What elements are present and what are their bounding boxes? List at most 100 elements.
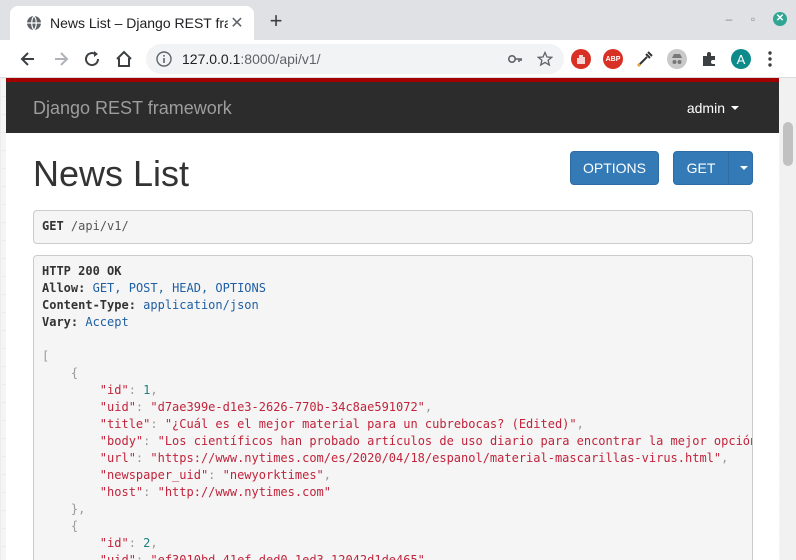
json-punctuation: , bbox=[424, 553, 433, 560]
response-info: HTTP 200 OK Allow: GET, POST, HEAD, OPTI… bbox=[33, 255, 753, 560]
json-punctuation: , bbox=[150, 383, 158, 397]
json-key: "title" bbox=[99, 417, 151, 431]
header-key: Content-Type: bbox=[42, 298, 136, 312]
header-key: Vary: bbox=[42, 315, 79, 329]
adblock-plus-extension-icon[interactable]: ABP bbox=[603, 49, 623, 69]
ublock-extension-icon[interactable] bbox=[571, 49, 591, 69]
json-line: "url": "https://www.nytimes.com/es/2020/… bbox=[42, 451, 744, 468]
json-key: "body" bbox=[99, 434, 144, 448]
json-punctuation: : bbox=[135, 553, 151, 560]
json-punctuation: , bbox=[576, 417, 584, 431]
json-punctuation: , bbox=[323, 468, 332, 482]
json-key: "url" bbox=[99, 451, 136, 465]
json-punctuation: }, bbox=[70, 502, 86, 516]
json-punctuation: : bbox=[208, 468, 223, 482]
json-punctuation: : bbox=[135, 451, 151, 465]
maximize-window-icon[interactable]: ▫ bbox=[746, 12, 760, 26]
browser-toolbar: 127.0.0.1:8000/api/v1/ ABP A bbox=[0, 40, 796, 78]
url-host: 127.0.0.1 bbox=[182, 51, 241, 67]
json-punctuation: : bbox=[128, 383, 144, 397]
reload-icon[interactable] bbox=[80, 47, 104, 71]
json-body: [ { "id": 1, "uid": "d7ae399e-d1e3-2626-… bbox=[42, 349, 752, 560]
get-format-dropdown-button[interactable] bbox=[728, 151, 753, 185]
json-value: "newyorktimes" bbox=[222, 468, 324, 482]
json-key: "id" bbox=[99, 536, 129, 550]
json-line: "id": 1, bbox=[42, 383, 744, 400]
drf-brand-link[interactable]: Django REST framework bbox=[33, 98, 232, 119]
user-menu-dropdown[interactable]: admin bbox=[687, 100, 739, 116]
extensions-puzzle-icon[interactable] bbox=[699, 49, 719, 69]
json-value: "ef3010bd-41ef-ded0-1ed3-12042d1de465" bbox=[150, 553, 425, 560]
profile-avatar[interactable]: A bbox=[731, 49, 751, 69]
page-scrollbar[interactable] bbox=[780, 78, 796, 560]
header-value: Accept bbox=[85, 315, 129, 329]
json-line: "title": "¿Cuál es el mejor material par… bbox=[42, 417, 744, 434]
header-key: Allow: bbox=[42, 281, 86, 295]
caret-down-icon bbox=[731, 106, 739, 110]
json-value: "d7ae399e-d1e3-2626-770b-34c8ae591072" bbox=[150, 400, 425, 414]
caret-down-icon bbox=[739, 166, 748, 170]
json-value: "Los científicos han probado artículos d… bbox=[157, 434, 753, 448]
response-status: HTTP 200 OK bbox=[42, 264, 744, 281]
url-path: :8000/api/v1/ bbox=[240, 51, 321, 67]
json-punctuation: : bbox=[143, 434, 158, 448]
options-button[interactable]: OPTIONS bbox=[570, 151, 659, 185]
incognito-extension-icon[interactable] bbox=[667, 49, 687, 69]
json-value: "¿Cuál es el mejor material para un cubr… bbox=[164, 417, 577, 431]
response-header-row: Allow: GET, POST, HEAD, OPTIONS bbox=[42, 281, 744, 298]
get-button[interactable]: GET bbox=[673, 151, 729, 185]
request-method: GET bbox=[42, 219, 64, 233]
response-header-row: Vary: Accept bbox=[42, 315, 744, 332]
json-value: "https://www.nytimes.com/es/2020/04/18/e… bbox=[150, 451, 722, 465]
globe-icon bbox=[27, 15, 41, 31]
address-bar[interactable]: 127.0.0.1:8000/api/v1/ bbox=[146, 44, 564, 74]
new-tab-icon[interactable]: + bbox=[264, 10, 288, 34]
drf-navbar: Django REST framework admin bbox=[6, 78, 779, 133]
request-path: /api/v1/ bbox=[70, 219, 129, 233]
json-punctuation: : bbox=[128, 536, 144, 550]
close-window-icon[interactable]: ✕ bbox=[773, 12, 787, 26]
json-punctuation: : bbox=[135, 400, 151, 414]
bookmark-star-icon[interactable] bbox=[536, 50, 554, 68]
browser-menu-icon[interactable] bbox=[765, 49, 775, 69]
json-line: "uid": "d7ae399e-d1e3-2626-770b-34c8ae59… bbox=[42, 400, 744, 417]
status-text: HTTP 200 OK bbox=[42, 264, 122, 278]
json-punctuation: { bbox=[70, 519, 79, 533]
json-line: "body": "Los científicos han probado art… bbox=[42, 434, 752, 451]
json-key: "id" bbox=[99, 383, 129, 397]
json-key: "newspaper_uid" bbox=[99, 468, 209, 482]
json-key: "host" bbox=[99, 485, 144, 499]
scrollbar-thumb[interactable] bbox=[783, 122, 793, 166]
json-punctuation: , bbox=[424, 400, 433, 414]
minimize-window-icon[interactable]: – bbox=[722, 12, 736, 26]
json-punctuation: { bbox=[70, 366, 79, 380]
back-arrow-icon[interactable] bbox=[16, 47, 40, 71]
json-line: "uid": "ef3010bd-41ef-ded0-1ed3-12042d1d… bbox=[42, 553, 744, 560]
tab-title: News List – Django REST framework bbox=[50, 15, 228, 31]
json-line: "newspaper_uid": "newyorktimes", bbox=[42, 468, 744, 485]
eyedropper-extension-icon[interactable] bbox=[635, 49, 655, 69]
json-line: { bbox=[42, 519, 744, 536]
browser-tab-strip: News List – Django REST framework ✕ + – … bbox=[0, 0, 796, 40]
user-name: admin bbox=[686, 100, 725, 116]
json-key: "uid" bbox=[99, 553, 136, 560]
header-value: application/json bbox=[143, 298, 259, 312]
home-icon[interactable] bbox=[112, 47, 136, 71]
site-info-icon[interactable] bbox=[156, 51, 172, 67]
json-line: "host": "http://www.nytimes.com" bbox=[42, 485, 744, 502]
header-value: GET, POST, HEAD, OPTIONS bbox=[92, 281, 266, 295]
json-line: "id": 2, bbox=[42, 536, 744, 553]
json-punctuation: , bbox=[721, 451, 729, 465]
response-header-row: Content-Type: application/json bbox=[42, 298, 744, 315]
json-value: "http://www.nytimes.com" bbox=[157, 485, 331, 499]
main-content: News List OPTIONS GET GET /api/v1/ HTTP … bbox=[6, 133, 779, 560]
close-tab-icon[interactable]: ✕ bbox=[228, 14, 246, 32]
json-line: { bbox=[42, 366, 744, 383]
json-punctuation: : bbox=[150, 417, 165, 431]
forward-arrow-icon[interactable] bbox=[49, 47, 73, 71]
browser-tab-active[interactable]: News List – Django REST framework ✕ bbox=[10, 6, 254, 40]
page-title: News List bbox=[33, 153, 190, 194]
request-info: GET /api/v1/ bbox=[33, 210, 753, 244]
key-icon[interactable] bbox=[506, 50, 524, 68]
